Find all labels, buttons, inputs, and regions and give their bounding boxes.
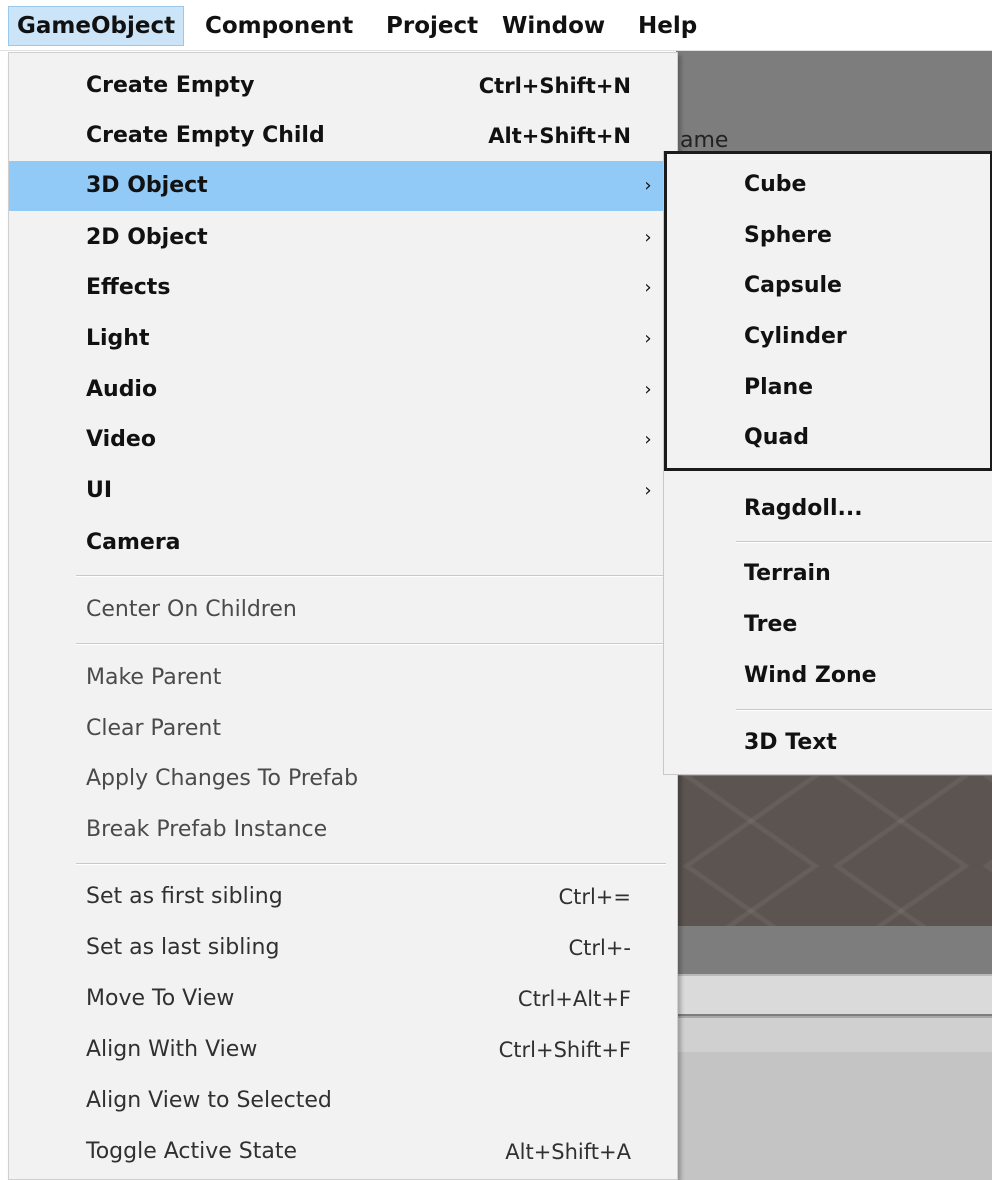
menu-item-label: Create Empty — [86, 73, 255, 98]
submenu-item-plane[interactable]: Plane — [664, 363, 992, 413]
submenu-item-capsule[interactable]: Capsule — [664, 261, 992, 311]
panel-body — [676, 1052, 992, 1180]
menu-item-label: Light — [86, 326, 150, 351]
menu-item-video[interactable]: Video › — [9, 415, 677, 465]
submenu-item-ragdoll[interactable]: Ragdoll... — [664, 484, 992, 534]
menu-item-toggle-active-state[interactable]: Toggle Active State Alt+Shift+A — [9, 1127, 677, 1177]
obscured-panel-title: ame — [680, 128, 729, 153]
menu-item-label: Make Parent — [86, 665, 222, 690]
submenu-separator — [736, 541, 992, 543]
submenu-separator — [736, 709, 992, 711]
menu-item-label: UI — [86, 478, 113, 503]
submenu-item-cube[interactable]: Cube — [664, 160, 992, 210]
gameobject-dropdown-menu: Create Empty Ctrl+Shift+N Create Empty C… — [8, 52, 678, 1180]
submenu-item-label: Ragdoll... — [744, 496, 863, 521]
menu-separator — [76, 863, 666, 865]
menu-item-label: 2D Object — [86, 225, 208, 250]
menu-item-label: Center On Children — [86, 597, 297, 622]
submenu-item-label: Quad — [744, 425, 809, 450]
menu-item-2d-object[interactable]: 2D Object › — [9, 213, 677, 263]
menu-item-ui[interactable]: UI › — [9, 466, 677, 516]
submenu-item-label: Terrain — [744, 561, 831, 586]
submenu-item-sphere[interactable]: Sphere — [664, 211, 992, 261]
submenu-item-label: Plane — [744, 375, 814, 400]
3d-object-submenu: Cube Sphere Capsule Cylinder Plane Quad … — [663, 151, 992, 775]
menu-item-light[interactable]: Light › — [9, 314, 677, 364]
menu-item-label: Set as last sibling — [86, 935, 280, 960]
submenu-arrow-icon: › — [644, 379, 652, 400]
submenu-item-terrain[interactable]: Terrain — [664, 549, 992, 599]
menu-item-label: Effects — [86, 275, 171, 300]
menu-item-label: Align With View — [86, 1037, 258, 1062]
submenu-item-wind-zone[interactable]: Wind Zone — [664, 651, 992, 701]
menu-item-move-to-view[interactable]: Move To View Ctrl+Alt+F — [9, 974, 677, 1024]
submenu-item-label: Wind Zone — [744, 663, 877, 688]
submenu-arrow-icon: › — [644, 277, 652, 298]
menu-item-label: Align View to Selected — [86, 1088, 332, 1113]
shortcut-label: Ctrl+Shift+F — [498, 1038, 631, 1062]
shortcut-label: Ctrl+= — [558, 885, 631, 909]
menu-item-label: Break Prefab Instance — [86, 817, 328, 842]
menu-item-clear-parent[interactable]: Clear Parent — [9, 704, 677, 754]
panel-toolbar — [676, 974, 992, 1014]
menu-item-break-prefab-instance[interactable]: Break Prefab Instance — [9, 805, 677, 855]
menu-item-label: Audio — [86, 377, 158, 402]
menu-gameobject[interactable]: GameObject — [8, 6, 185, 46]
menu-separator — [76, 643, 666, 645]
menu-item-label: 3D Object — [86, 173, 208, 198]
menu-item-align-view-to-selected[interactable]: Align View to Selected — [9, 1076, 677, 1126]
submenu-arrow-icon: › — [644, 328, 652, 349]
submenu-item-label: Sphere — [744, 223, 832, 248]
menu-item-set-as-last-sibling[interactable]: Set as last sibling Ctrl+- — [9, 923, 677, 973]
menu-item-align-with-view[interactable]: Align With View Ctrl+Shift+F — [9, 1025, 677, 1075]
menu-bar: GameObject Component Project Window Help — [0, 0, 992, 51]
menu-item-label: Toggle Active State — [86, 1139, 298, 1164]
menu-item-label: Create Empty Child — [86, 123, 325, 148]
shortcut-label: Alt+Shift+N — [488, 124, 631, 148]
submenu-item-tree[interactable]: Tree — [664, 600, 992, 650]
submenu-item-label: Tree — [744, 612, 798, 637]
submenu-item-label: Cube — [744, 172, 807, 197]
menu-item-audio[interactable]: Audio › — [9, 365, 677, 415]
menu-item-create-empty[interactable]: Create Empty Ctrl+Shift+N — [9, 61, 677, 111]
menu-project[interactable]: Project — [378, 6, 486, 46]
submenu-arrow-icon: › — [644, 480, 652, 501]
shortcut-label: Ctrl+- — [568, 936, 631, 960]
menu-item-label: Set as first sibling — [86, 884, 283, 909]
submenu-item-cylinder[interactable]: Cylinder — [664, 312, 992, 362]
menu-item-3d-object[interactable]: 3D Object › — [9, 161, 677, 211]
menu-item-label: Apply Changes To Prefab — [86, 766, 359, 791]
menu-item-effects[interactable]: Effects › — [9, 263, 677, 313]
scene-grid-lines — [676, 776, 992, 926]
menu-separator — [76, 575, 666, 577]
menu-item-make-parent[interactable]: Make Parent — [9, 653, 677, 703]
menu-item-set-as-first-sibling[interactable]: Set as first sibling Ctrl+= — [9, 872, 677, 922]
submenu-item-label: Cylinder — [744, 324, 847, 349]
menu-item-center-on-children[interactable]: Center On Children — [9, 585, 677, 635]
submenu-arrow-icon: › — [644, 227, 652, 248]
menu-window[interactable]: Window — [494, 6, 613, 46]
submenu-item-3d-text[interactable]: 3D Text — [664, 718, 992, 768]
menu-item-label: Video — [86, 427, 156, 452]
menu-component[interactable]: Component — [197, 6, 361, 46]
submenu-item-label: 3D Text — [744, 730, 837, 755]
submenu-arrow-icon: › — [644, 175, 652, 196]
submenu-arrow-icon: › — [644, 429, 652, 450]
menu-item-label: Camera — [86, 530, 181, 555]
panel-header — [676, 1016, 992, 1052]
menu-item-camera[interactable]: Camera — [9, 518, 677, 568]
menu-item-create-empty-child[interactable]: Create Empty Child Alt+Shift+N — [9, 111, 677, 161]
shortcut-label: Ctrl+Shift+N — [478, 74, 631, 98]
submenu-item-quad[interactable]: Quad — [664, 413, 992, 463]
submenu-item-label: Capsule — [744, 273, 842, 298]
shortcut-label: Ctrl+Alt+F — [517, 987, 631, 1011]
menu-item-label: Clear Parent — [86, 716, 221, 741]
menu-item-label: Move To View — [86, 986, 235, 1011]
menu-help[interactable]: Help — [630, 6, 705, 46]
menu-item-apply-changes-to-prefab[interactable]: Apply Changes To Prefab — [9, 754, 677, 804]
shortcut-label: Alt+Shift+A — [505, 1140, 631, 1164]
